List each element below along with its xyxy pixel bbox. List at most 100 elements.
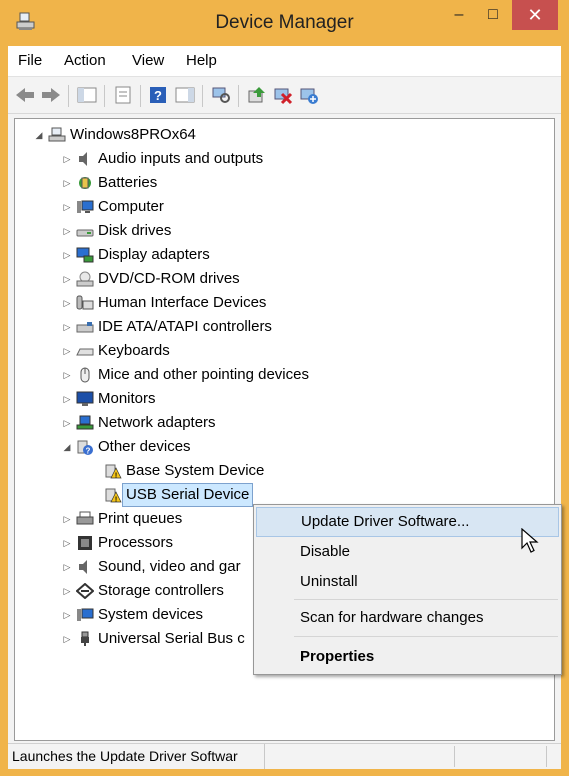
menu-scan-hardware-changes[interactable]: Scan for hardware changes — [256, 603, 559, 633]
minimize-button[interactable]: – — [445, 0, 473, 30]
update-driver-icon[interactable] — [246, 85, 268, 105]
collapse-arrow-icon[interactable]: ◢ — [32, 124, 46, 146]
status-pane — [454, 746, 547, 767]
scan-hardware-icon[interactable] — [210, 85, 232, 105]
menu-action[interactable]: Action — [64, 46, 106, 76]
tree-item-label: Print queues — [98, 510, 183, 527]
properties-sheet-icon[interactable] — [112, 85, 134, 105]
tree-item-label: Audio inputs and outputs — [98, 150, 264, 167]
svg-text:!: ! — [115, 473, 117, 480]
tree-item-label: Sound, video and gar — [98, 558, 241, 575]
tree-item-label: Display adapters — [98, 246, 210, 263]
tree-item-label: Computer — [98, 198, 164, 215]
expand-arrow-icon[interactable]: ▷ — [60, 172, 74, 194]
tree-item-label: Storage controllers — [98, 582, 224, 599]
dvd-drive-icon — [76, 271, 94, 287]
expand-arrow-icon[interactable]: ▷ — [60, 628, 74, 650]
monitor-icon — [76, 391, 94, 406]
menu-view[interactable]: View — [132, 46, 164, 76]
warning-device-icon: ! — [105, 488, 122, 504]
warning-device-icon: ! — [105, 464, 122, 480]
tree-item-label: System devices — [98, 606, 204, 623]
expand-arrow-icon[interactable]: ▷ — [60, 196, 74, 218]
tree-item-label: Human Interface Devices — [98, 294, 267, 311]
expand-arrow-icon[interactable]: ▷ — [60, 604, 74, 626]
menu-uninstall[interactable]: Uninstall — [256, 567, 559, 597]
tree-item-label: Base System Device — [126, 462, 265, 479]
title-bar[interactable]: Device Manager – □ ✕ — [0, 0, 569, 46]
toolbar-separator — [140, 85, 141, 107]
expand-arrow-icon[interactable]: ▷ — [60, 340, 74, 362]
svg-text:?: ? — [154, 88, 162, 103]
speaker-icon — [79, 152, 87, 166]
help-icon[interactable]: ? — [148, 85, 170, 105]
hid-icon — [76, 295, 94, 310]
tree-item-label: Disk drives — [98, 222, 172, 239]
menu-file[interactable]: File — [18, 46, 42, 76]
printer-icon — [76, 511, 94, 525]
processor-icon — [78, 536, 92, 550]
storage-controller-icon — [76, 583, 94, 599]
expand-arrow-icon[interactable]: ▷ — [60, 292, 74, 314]
battery-icon — [79, 177, 91, 189]
tree-item-label: USB Serial Device — [121, 483, 254, 507]
tree-item-label: Network adapters — [98, 414, 216, 431]
ide-controller-icon — [76, 322, 94, 333]
tree-item-label: Processors — [98, 534, 174, 551]
unknown-device-icon: ? — [77, 440, 93, 455]
expand-arrow-icon[interactable]: ▷ — [60, 268, 74, 290]
forward-arrow-icon[interactable] — [40, 85, 62, 105]
close-button[interactable]: ✕ — [512, 0, 558, 30]
tree-item-label: Other devices — [98, 438, 191, 455]
toolbar-separator — [104, 85, 105, 107]
enable-device-icon[interactable] — [298, 85, 320, 105]
status-bar: Launches the Update Driver Softwar — [8, 743, 561, 769]
menu-disable[interactable]: Disable — [256, 537, 559, 567]
expand-arrow-icon[interactable]: ▷ — [60, 364, 74, 386]
action-pane-icon[interactable] — [174, 85, 196, 105]
menu-separator — [294, 599, 558, 600]
menu-help[interactable]: Help — [186, 46, 217, 76]
context-menu: Update Driver Software... Disable Uninst… — [253, 504, 562, 675]
show-hide-console-tree-icon[interactable] — [76, 85, 98, 105]
expand-arrow-icon[interactable]: ▷ — [60, 244, 74, 266]
tree-item-label: DVD/CD-ROM drives — [98, 270, 240, 287]
disk-drive-icon — [76, 229, 94, 237]
menu-update-driver-software[interactable]: Update Driver Software... — [256, 507, 559, 537]
expand-arrow-icon[interactable]: ▷ — [60, 316, 74, 338]
collapse-arrow-icon[interactable]: ◢ — [60, 436, 74, 458]
expand-arrow-icon[interactable]: ▷ — [60, 556, 74, 578]
toolbar-separator — [68, 85, 69, 107]
expand-arrow-icon[interactable]: ▷ — [60, 532, 74, 554]
tree-root-label: Windows8PROx64 — [70, 126, 196, 143]
status-text: Launches the Update Driver Softwar — [12, 744, 265, 769]
maximize-button[interactable]: □ — [479, 0, 507, 30]
tree-item-label: Batteries — [98, 174, 158, 191]
expand-arrow-icon[interactable]: ▷ — [60, 412, 74, 434]
menu-separator — [294, 636, 558, 637]
back-arrow-icon[interactable] — [14, 85, 36, 105]
tree-item-label: Mice and other pointing devices — [98, 366, 309, 383]
mouse-cursor-icon — [521, 528, 539, 553]
system-device-icon — [77, 608, 94, 621]
svg-text:!: ! — [115, 497, 117, 504]
expand-arrow-icon[interactable]: ▷ — [60, 508, 74, 530]
expand-arrow-icon[interactable]: ▷ — [60, 388, 74, 410]
speaker-icon — [79, 560, 87, 574]
keyboard-icon — [76, 348, 94, 356]
toolbar-separator — [202, 85, 203, 107]
tree-item-label: Keyboards — [98, 342, 170, 359]
menu-properties[interactable]: Properties — [256, 642, 559, 672]
status-pane — [358, 746, 455, 767]
expand-arrow-icon[interactable]: ▷ — [60, 580, 74, 602]
toolbar-separator — [238, 85, 239, 107]
tree-item-label: IDE ATA/ATAPI controllers — [98, 318, 272, 335]
computer-root-icon — [48, 127, 66, 142]
expand-arrow-icon[interactable]: ▷ — [60, 220, 74, 242]
uninstall-device-icon[interactable] — [272, 85, 294, 105]
tree-item-label: Universal Serial Bus c — [98, 630, 245, 647]
computer-icon — [77, 200, 94, 213]
mouse-icon — [80, 367, 90, 383]
expand-arrow-icon[interactable]: ▷ — [60, 148, 74, 170]
toolbar: ? — [8, 77, 561, 114]
